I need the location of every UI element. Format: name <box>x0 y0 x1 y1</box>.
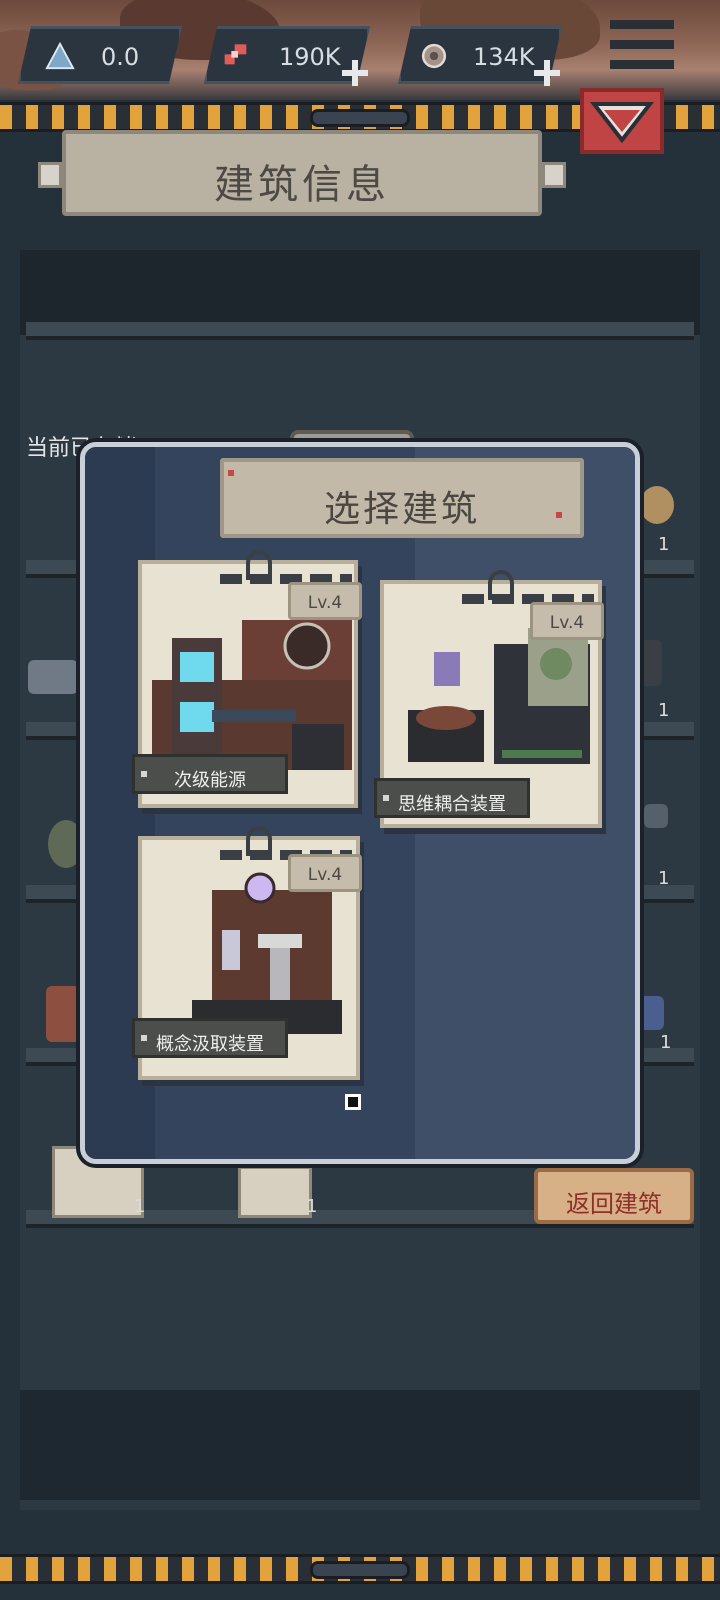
building-name-label: 次级能源 <box>132 754 288 794</box>
top-drag-handle <box>310 109 410 127</box>
chevron-down-icon <box>590 102 654 144</box>
game-screen: 0.0 190K 134K 当前已有储：20 1 1 <box>0 0 720 1600</box>
bolt-decoration <box>38 162 62 188</box>
bolt-decoration <box>542 162 566 188</box>
resource-bar-triangle: 0.0 <box>18 26 182 84</box>
collapse-dropdown-button[interactable] <box>580 88 664 154</box>
item-count: 1 <box>658 534 670 555</box>
building-name-label: 思维耦合装置 <box>374 778 530 818</box>
mind-coupling-device-icon <box>408 628 590 764</box>
background-item-pot[interactable] <box>46 986 80 1042</box>
background-item-blue[interactable] <box>638 996 664 1030</box>
concept-extraction-device-icon <box>192 872 342 1034</box>
level-badge: Lv.4 <box>288 582 362 620</box>
hamburger-menu-button[interactable] <box>604 14 680 78</box>
level-badge: Lv.4 <box>288 854 362 892</box>
return-building-button[interactable]: 返回建筑 <box>534 1168 694 1224</box>
background-item-coin[interactable] <box>640 486 674 524</box>
modal-title: 选择建筑 <box>323 489 480 530</box>
background-item-dark[interactable] <box>640 640 662 686</box>
item-count: 1 <box>306 1196 318 1217</box>
bottom-hazard-strip <box>0 1554 720 1584</box>
modal-title-plate: 选择建筑 <box>220 458 584 538</box>
panel-footer-block <box>20 1390 700 1500</box>
item-count: 1 <box>660 1032 672 1053</box>
building-card-secondary-energy[interactable]: Lv.4 次级能源 <box>132 550 362 808</box>
item-count: 1 <box>658 868 670 889</box>
background-item-rock[interactable] <box>48 820 84 868</box>
resource-value-triangle: 0.0 <box>101 43 140 71</box>
resource-value-molecule: 190K <box>279 43 341 71</box>
bottom-drag-handle <box>310 1561 410 1579</box>
building-name-label: 概念汲取装置 <box>132 1018 288 1058</box>
background-item-paper[interactable] <box>238 1166 312 1218</box>
building-card-mind-coupling-device[interactable]: Lv.4 思维耦合装置 <box>374 570 604 828</box>
add-coin-button[interactable] <box>534 60 560 86</box>
add-molecule-button[interactable] <box>342 60 368 86</box>
shelf-divider <box>26 322 694 340</box>
background-item-vehicle[interactable] <box>28 660 78 694</box>
resource-value-coin: 134K <box>473 43 535 71</box>
cursor-marker <box>345 1094 361 1110</box>
page-title-plate: 建筑信息 <box>38 130 566 216</box>
molecule-icon <box>224 44 247 65</box>
building-card-concept-extraction-device[interactable]: Lv.4 概念汲取装置 <box>132 826 362 1080</box>
level-badge: Lv.4 <box>530 602 604 640</box>
item-count: 1 <box>658 700 670 721</box>
item-count: 1 <box>134 1196 146 1217</box>
triangle-icon <box>45 41 75 70</box>
background-item-tool[interactable] <box>644 804 668 828</box>
ring-coin-icon <box>421 43 447 69</box>
page-title: 建筑信息 <box>214 162 390 208</box>
